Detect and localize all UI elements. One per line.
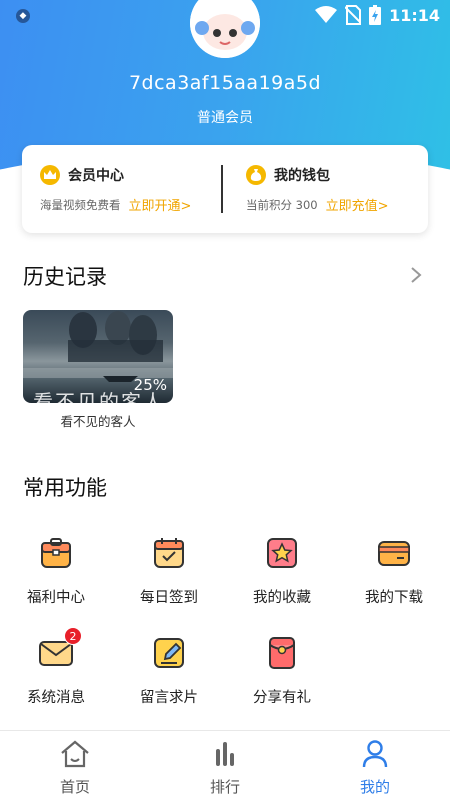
wifi-icon bbox=[315, 6, 338, 23]
user-icon bbox=[362, 740, 388, 768]
history-item-title: 看不见的客人 bbox=[60, 414, 136, 429]
history-section-title: 历史记录 bbox=[23, 265, 107, 289]
member-center-entry[interactable]: 会员中心 海量视频免费看 立即开通> bbox=[22, 145, 222, 233]
crown-icon bbox=[40, 165, 60, 185]
no-sim-icon bbox=[345, 5, 362, 25]
chevron-right-icon[interactable] bbox=[410, 266, 422, 284]
card-icon bbox=[376, 535, 412, 571]
ranking-icon bbox=[216, 742, 234, 766]
function-my-downloads[interactable]: 我的下载 bbox=[338, 535, 450, 607]
member-wallet-card: 会员中心 海量视频免费看 立即开通> 我的钱包 当前积分 300 立即充值> bbox=[22, 145, 428, 233]
nav-item-ranking[interactable]: 排行 bbox=[170, 739, 280, 797]
nav-label-ranking: 排行 bbox=[209, 778, 240, 796]
battery-icon bbox=[369, 5, 382, 25]
wallet-entry[interactable]: 我的钱包 当前积分 300 立即充值> bbox=[228, 145, 428, 233]
function-label: 福利中心 bbox=[27, 590, 85, 606]
function-welfare-center[interactable]: 福利中心 bbox=[0, 535, 112, 607]
history-item[interactable]: 看不见的客人 25% 看不见的客人 bbox=[23, 310, 173, 430]
function-label: 分享有礼 bbox=[253, 690, 311, 706]
card-divider bbox=[221, 165, 223, 213]
unread-badge: 2 bbox=[64, 627, 82, 645]
nav-item-mine[interactable]: 我的 bbox=[320, 739, 430, 797]
function-system-messages[interactable]: 2 系统消息 bbox=[0, 627, 112, 707]
gift-box-icon bbox=[38, 535, 74, 571]
user-id: 7dca3af15aa19a5d bbox=[128, 72, 322, 94]
function-daily-checkin[interactable]: 每日签到 bbox=[113, 535, 225, 607]
function-label: 系统消息 bbox=[27, 690, 85, 706]
functions-section-title: 常用功能 bbox=[23, 476, 107, 500]
recharge-link[interactable]: 立即充值> bbox=[326, 195, 389, 214]
member-level: 普通会员 bbox=[197, 110, 253, 126]
nav-item-home[interactable]: 首页 bbox=[20, 739, 130, 797]
points-balance: 当前积分 300 bbox=[246, 197, 318, 212]
calendar-check-icon bbox=[151, 535, 187, 571]
function-label: 我的收藏 bbox=[253, 590, 311, 606]
red-envelope-icon bbox=[264, 635, 300, 671]
edit-icon bbox=[151, 635, 187, 671]
home-icon bbox=[61, 740, 89, 768]
function-label: 每日签到 bbox=[140, 590, 198, 606]
shield-icon: ◆ bbox=[16, 9, 30, 23]
function-label: 我的下载 bbox=[365, 590, 423, 606]
wallet-title: 我的钱包 bbox=[274, 168, 330, 184]
nav-label-mine: 我的 bbox=[359, 778, 390, 796]
member-center-subtitle: 海量视频免费看 bbox=[40, 197, 121, 212]
watch-progress: 25% bbox=[133, 376, 167, 394]
video-thumbnail[interactable]: 看不见的客人 25% bbox=[23, 310, 173, 403]
function-my-favorites[interactable]: 我的收藏 bbox=[226, 535, 338, 607]
function-share-gift[interactable]: 分享有礼 bbox=[226, 635, 338, 707]
open-membership-link[interactable]: 立即开通> bbox=[129, 195, 192, 214]
mail-icon: 2 bbox=[38, 627, 82, 671]
function-request-movie[interactable]: 留言求片 bbox=[113, 635, 225, 707]
function-label: 留言求片 bbox=[140, 690, 198, 706]
nav-label-home: 首页 bbox=[59, 778, 90, 796]
star-icon bbox=[264, 535, 300, 571]
bottom-navigation: 首页 排行 我的 bbox=[0, 730, 450, 800]
member-center-title: 会员中心 bbox=[68, 168, 124, 184]
money-bag-icon bbox=[246, 165, 266, 185]
status-time: 11:14 bbox=[389, 5, 440, 25]
